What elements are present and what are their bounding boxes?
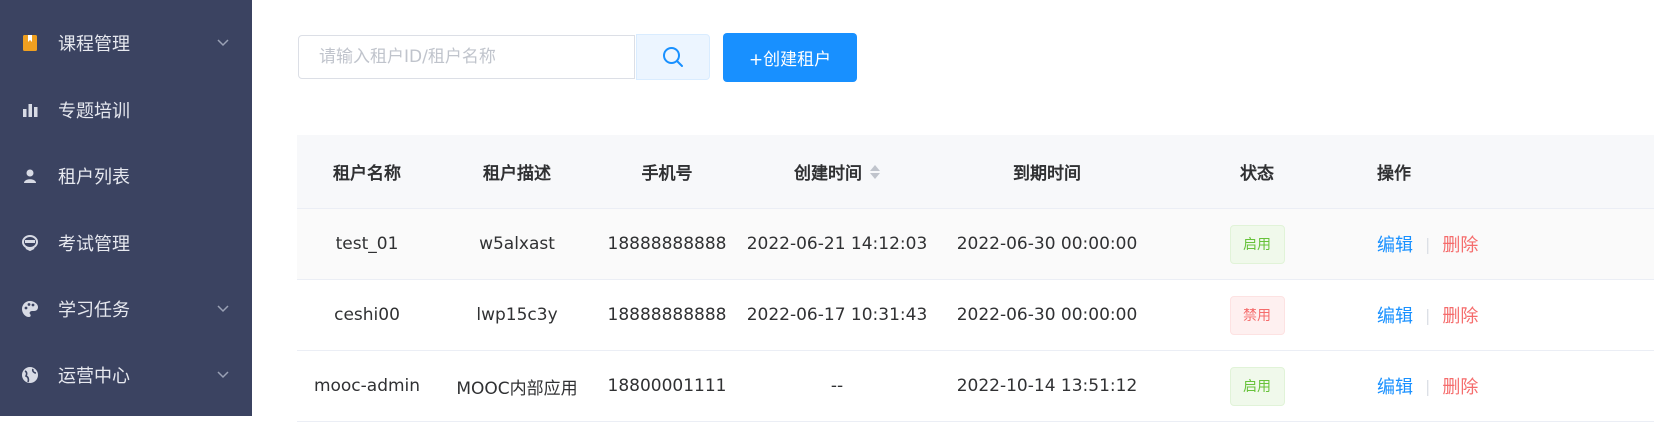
status-cell: 启用 bbox=[1157, 351, 1357, 421]
globe-icon bbox=[20, 365, 40, 385]
palette-icon bbox=[20, 299, 40, 319]
tenant-expires: 2022-06-30 00:00:00 bbox=[956, 305, 1138, 325]
column-header-actions: 操作 bbox=[1377, 164, 1411, 184]
sidebar-item-label: 考试管理 bbox=[58, 234, 130, 255]
tenant-name: test_01 bbox=[335, 234, 399, 254]
delete-link[interactable]: 删除 bbox=[1442, 373, 1478, 399]
sidebar-item-tenant-list[interactable]: 租户列表 bbox=[0, 141, 252, 211]
sidebar-item-label: 学习任务 bbox=[58, 300, 130, 321]
sidebar: 课程管理 专题培训 租户列表 考试管理 学习任务 运营中心 bbox=[0, 0, 252, 416]
table-row: ceshi00 lwp15c3y 18888888888 2022-06-17 … bbox=[297, 280, 1654, 351]
actions-cell: 编辑 | 删除 bbox=[1357, 209, 1527, 279]
search-icon bbox=[663, 47, 683, 67]
column-header-status: 状态 bbox=[1240, 164, 1274, 184]
tenant-created: 2022-06-17 10:31:43 bbox=[746, 305, 928, 325]
edit-link[interactable]: 编辑 bbox=[1377, 231, 1413, 257]
table-row: mooc-admin MOOC内部应用 18800001111 -- 2022-… bbox=[297, 351, 1654, 422]
book-icon bbox=[20, 33, 40, 53]
sidebar-item-operations-center[interactable]: 运营中心 bbox=[0, 340, 252, 410]
edit-link[interactable]: 编辑 bbox=[1377, 302, 1413, 328]
tenant-phone: 18888888888 bbox=[607, 234, 727, 254]
delete-link[interactable]: 删除 bbox=[1442, 231, 1478, 257]
column-header-created[interactable]: 创建时间 bbox=[737, 135, 937, 208]
sidebar-item-special-training[interactable]: 专题培训 bbox=[0, 75, 252, 145]
tenant-expires: 2022-06-30 00:00:00 bbox=[956, 234, 1138, 254]
status-badge: 启用 bbox=[1229, 366, 1285, 406]
edit-link[interactable]: 编辑 bbox=[1377, 373, 1413, 399]
action-divider: | bbox=[1425, 376, 1431, 396]
tenant-description: MOOC内部应用 bbox=[456, 378, 578, 399]
actions-cell: 编辑 | 删除 bbox=[1357, 351, 1527, 421]
sidebar-item-label: 专题培训 bbox=[58, 101, 130, 122]
tenant-created: 2022-06-21 14:12:03 bbox=[746, 234, 928, 254]
actions-cell: 编辑 | 删除 bbox=[1357, 280, 1527, 350]
chevron-down-icon bbox=[217, 371, 229, 379]
search-button[interactable] bbox=[636, 34, 710, 80]
sidebar-item-learning-tasks[interactable]: 学习任务 bbox=[0, 274, 252, 344]
exam-icon bbox=[20, 233, 40, 253]
delete-link[interactable]: 删除 bbox=[1442, 302, 1478, 328]
table-header: 租户名称 租户描述 手机号 创建时间 到期时间 状态 操作 bbox=[297, 135, 1654, 209]
status-badge: 禁用 bbox=[1229, 295, 1285, 335]
tenant-description: w5alxast bbox=[479, 234, 555, 254]
tenant-created: -- bbox=[830, 376, 844, 396]
tenant-phone: 18800001111 bbox=[607, 376, 727, 396]
chevron-down-icon bbox=[217, 305, 229, 313]
action-divider: | bbox=[1425, 305, 1431, 325]
tenant-expires: 2022-10-14 13:51:12 bbox=[956, 376, 1138, 396]
tenant-description: lwp15c3y bbox=[476, 305, 558, 325]
sidebar-item-label: 课程管理 bbox=[58, 34, 130, 55]
column-header-name: 租户名称 bbox=[333, 164, 401, 184]
tenant-name: ceshi00 bbox=[334, 305, 400, 325]
sidebar-item-exam-management[interactable]: 考试管理 bbox=[0, 208, 252, 278]
tenant-phone: 18888888888 bbox=[607, 305, 727, 325]
column-header-expires: 到期时间 bbox=[1013, 164, 1081, 184]
sidebar-item-label: 租户列表 bbox=[58, 167, 130, 188]
action-divider: | bbox=[1425, 234, 1431, 254]
column-header-created-label: 创建时间 bbox=[794, 164, 862, 184]
status-cell: 启用 bbox=[1157, 209, 1357, 279]
table-row: test_01 w5alxast 18888888888 2022-06-21 … bbox=[297, 209, 1654, 280]
sort-icon[interactable] bbox=[870, 164, 880, 179]
search-input[interactable] bbox=[298, 35, 635, 79]
status-badge: 启用 bbox=[1229, 224, 1285, 264]
status-cell: 禁用 bbox=[1157, 280, 1357, 350]
sidebar-item-course-management[interactable]: 课程管理 bbox=[0, 8, 252, 78]
bar-chart-icon bbox=[20, 100, 40, 120]
column-header-phone: 手机号 bbox=[641, 164, 693, 184]
column-header-description: 租户描述 bbox=[483, 164, 551, 184]
user-icon bbox=[20, 166, 40, 186]
sidebar-item-label: 运营中心 bbox=[58, 366, 130, 387]
create-tenant-button[interactable]: +创建租户 bbox=[723, 33, 857, 82]
chevron-down-icon bbox=[217, 39, 229, 47]
tenant-name: mooc-admin bbox=[313, 376, 421, 396]
tenant-table: 租户名称 租户描述 手机号 创建时间 到期时间 状态 操作 test_01 w5… bbox=[297, 135, 1654, 422]
